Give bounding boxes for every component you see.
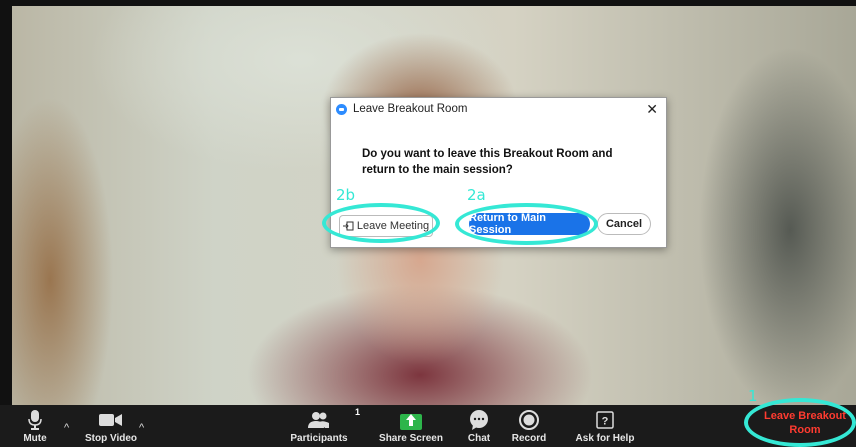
mute-button[interactable]: Mute xyxy=(17,405,53,447)
chat-button[interactable]: Chat xyxy=(463,405,495,447)
video-camera-icon xyxy=(99,410,123,430)
record-button[interactable]: Record xyxy=(508,405,550,447)
annotation-ring-2b xyxy=(322,203,440,243)
stop-video-label: Stop Video xyxy=(84,433,138,444)
participants-label: Participants xyxy=(290,433,348,444)
audio-options-caret[interactable]: ^ xyxy=(64,422,69,434)
record-icon xyxy=(519,410,539,430)
zoom-logo-icon xyxy=(336,103,347,115)
microphone-icon xyxy=(28,410,42,430)
stop-video-button[interactable]: Stop Video xyxy=(78,405,144,447)
cancel-button[interactable]: Cancel xyxy=(597,213,651,235)
ask-for-help-label: Ask for Help xyxy=(575,433,635,444)
annotation-label-2b: 2b xyxy=(336,186,356,204)
window-edge-top xyxy=(0,0,856,6)
annotation-label-2a: 2a xyxy=(467,186,486,204)
window-edge xyxy=(0,0,12,405)
participants-count: 1 xyxy=(355,407,361,417)
annotation-ring-2a xyxy=(455,203,598,245)
dialog-titlebar: Leave Breakout Room ✕ xyxy=(331,98,666,120)
annotation-ring-1 xyxy=(744,398,856,447)
chat-label: Chat xyxy=(467,433,491,444)
share-screen-icon xyxy=(400,410,422,430)
meeting-toolbar: Mute ^ Stop Video ^ 1 Participants Share… xyxy=(0,405,856,447)
share-screen-label: Share Screen xyxy=(379,433,443,444)
mute-label: Mute xyxy=(23,433,47,444)
dialog-title: Leave Breakout Room xyxy=(353,103,468,115)
record-label: Record xyxy=(511,433,547,444)
share-screen-button[interactable]: Share Screen xyxy=(378,405,444,447)
participants-button[interactable]: 1 Participants xyxy=(286,405,360,447)
svg-text:?: ? xyxy=(602,416,609,428)
annotation-label-1: 1 xyxy=(748,387,758,405)
participants-icon: 1 xyxy=(307,407,360,430)
ask-for-help-button[interactable]: ? Ask for Help xyxy=(572,405,638,447)
dialog-message: Do you want to leave this Breakout Room … xyxy=(362,148,613,176)
video-options-caret[interactable]: ^ xyxy=(139,422,144,434)
close-icon[interactable]: ✕ xyxy=(646,101,658,118)
chat-icon xyxy=(469,410,489,430)
help-question-icon: ? xyxy=(596,410,614,430)
